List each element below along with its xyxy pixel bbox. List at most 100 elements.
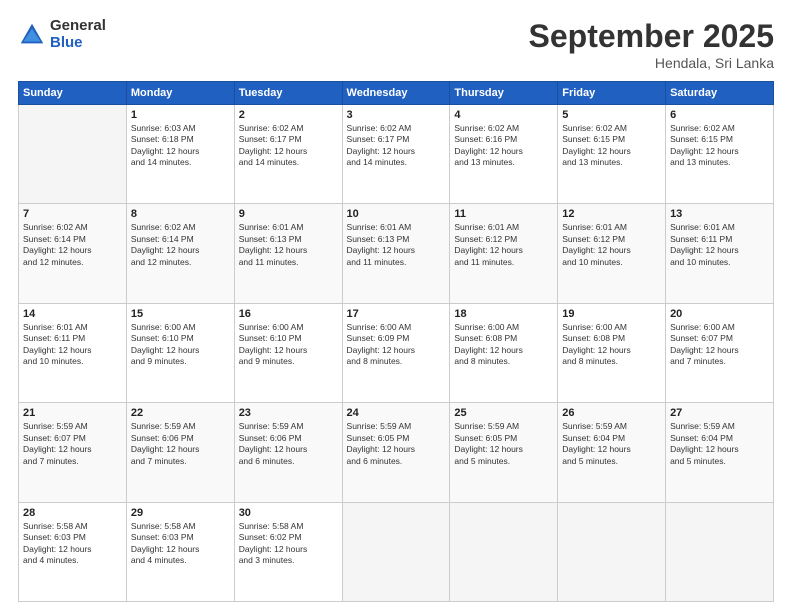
day-number: 6	[670, 109, 769, 121]
day-number: 22	[131, 407, 230, 419]
logo-text: General Blue	[50, 18, 106, 51]
logo: General Blue	[18, 18, 106, 51]
calendar-week-row: 7 Sunrise: 6:02 AM Sunset: 6:14 PM Daylig…	[19, 204, 774, 303]
day-detail: Sunrise: 6:02 AM Sunset: 6:17 PM Dayligh…	[347, 123, 446, 169]
col-thursday: Thursday	[450, 82, 558, 105]
day-detail: Sunrise: 6:02 AM Sunset: 6:15 PM Dayligh…	[562, 123, 661, 169]
title-block: September 2025 Hendala, Sri Lanka	[529, 18, 774, 71]
day-detail: Sunrise: 5:58 AM Sunset: 6:03 PM Dayligh…	[23, 521, 122, 567]
table-row: 20Sunrise: 6:00 AM Sunset: 6:07 PM Dayli…	[666, 303, 774, 402]
table-row: 6 Sunrise: 6:02 AM Sunset: 6:15 PM Daylig…	[666, 105, 774, 204]
table-row: 2 Sunrise: 6:02 AM Sunset: 6:17 PM Daylig…	[234, 105, 342, 204]
col-friday: Friday	[558, 82, 666, 105]
table-row: 4Sunrise: 6:02 AM Sunset: 6:16 PM Daylig…	[450, 105, 558, 204]
day-detail: Sunrise: 5:59 AM Sunset: 6:05 PM Dayligh…	[454, 421, 553, 467]
header: General Blue September 2025 Hendala, Sri…	[18, 18, 774, 71]
day-detail: Sunrise: 6:02 AM Sunset: 6:14 PM Dayligh…	[131, 222, 230, 268]
main-title: September 2025	[529, 18, 774, 55]
table-row	[666, 502, 774, 601]
table-row: 13Sunrise: 6:01 AM Sunset: 6:11 PM Dayli…	[666, 204, 774, 303]
day-detail: Sunrise: 6:00 AM Sunset: 6:08 PM Dayligh…	[454, 322, 553, 368]
day-detail: Sunrise: 6:00 AM Sunset: 6:10 PM Dayligh…	[239, 322, 338, 368]
day-number: 21	[23, 407, 122, 419]
day-number: 13	[670, 208, 769, 220]
day-detail: Sunrise: 6:00 AM Sunset: 6:10 PM Dayligh…	[131, 322, 230, 368]
table-row: 18 Sunrise: 6:00 AM Sunset: 6:08 PM Dayli…	[450, 303, 558, 402]
table-row: 29 Sunrise: 5:58 AM Sunset: 6:03 PM Dayli…	[126, 502, 234, 601]
table-row: 9Sunrise: 6:01 AM Sunset: 6:13 PM Daylig…	[234, 204, 342, 303]
day-number: 17	[347, 308, 446, 320]
table-row: 30Sunrise: 5:58 AM Sunset: 6:02 PM Dayli…	[234, 502, 342, 601]
day-number: 11	[454, 208, 553, 220]
day-detail: Sunrise: 6:03 AM Sunset: 6:18 PM Dayligh…	[131, 123, 230, 169]
day-detail: Sunrise: 6:01 AM Sunset: 6:12 PM Dayligh…	[454, 222, 553, 268]
table-row: 11 Sunrise: 6:01 AM Sunset: 6:12 PM Dayli…	[450, 204, 558, 303]
day-number: 8	[131, 208, 230, 220]
table-row	[19, 105, 127, 204]
day-number: 10	[347, 208, 446, 220]
table-row: 25 Sunrise: 5:59 AM Sunset: 6:05 PM Dayli…	[450, 403, 558, 502]
day-number: 14	[23, 308, 122, 320]
col-tuesday: Tuesday	[234, 82, 342, 105]
calendar-header-row: Sunday Monday Tuesday Wednesday Thursday…	[19, 82, 774, 105]
day-number: 16	[239, 308, 338, 320]
day-detail: Sunrise: 5:59 AM Sunset: 6:06 PM Dayligh…	[239, 421, 338, 467]
day-number: 9	[239, 208, 338, 220]
day-number: 26	[562, 407, 661, 419]
calendar-week-row: 1Sunrise: 6:03 AM Sunset: 6:18 PM Daylig…	[19, 105, 774, 204]
logo-icon	[18, 21, 46, 49]
day-detail: Sunrise: 5:59 AM Sunset: 6:07 PM Dayligh…	[23, 421, 122, 467]
table-row: 17 Sunrise: 6:00 AM Sunset: 6:09 PM Dayli…	[342, 303, 450, 402]
day-number: 3	[347, 109, 446, 121]
day-number: 12	[562, 208, 661, 220]
table-row	[450, 502, 558, 601]
calendar: Sunday Monday Tuesday Wednesday Thursday…	[18, 81, 774, 602]
day-number: 7	[23, 208, 122, 220]
logo-blue: Blue	[50, 35, 106, 52]
day-number: 19	[562, 308, 661, 320]
table-row: 23 Sunrise: 5:59 AM Sunset: 6:06 PM Dayli…	[234, 403, 342, 502]
calendar-week-row: 14 Sunrise: 6:01 AM Sunset: 6:11 PM Dayli…	[19, 303, 774, 402]
page: General Blue September 2025 Hendala, Sri…	[0, 0, 792, 612]
day-number: 25	[454, 407, 553, 419]
day-detail: Sunrise: 5:59 AM Sunset: 6:05 PM Dayligh…	[347, 421, 446, 467]
day-number: 28	[23, 507, 122, 519]
table-row: 5 Sunrise: 6:02 AM Sunset: 6:15 PM Daylig…	[558, 105, 666, 204]
col-sunday: Sunday	[19, 82, 127, 105]
day-detail: Sunrise: 6:02 AM Sunset: 6:17 PM Dayligh…	[239, 123, 338, 169]
table-row: 12 Sunrise: 6:01 AM Sunset: 6:12 PM Dayli…	[558, 204, 666, 303]
day-number: 5	[562, 109, 661, 121]
table-row: 21 Sunrise: 5:59 AM Sunset: 6:07 PM Dayli…	[19, 403, 127, 502]
day-detail: Sunrise: 6:01 AM Sunset: 6:11 PM Dayligh…	[23, 322, 122, 368]
day-detail: Sunrise: 5:59 AM Sunset: 6:04 PM Dayligh…	[562, 421, 661, 467]
table-row: 1Sunrise: 6:03 AM Sunset: 6:18 PM Daylig…	[126, 105, 234, 204]
day-number: 23	[239, 407, 338, 419]
day-detail: Sunrise: 6:01 AM Sunset: 6:12 PM Dayligh…	[562, 222, 661, 268]
table-row: 26 Sunrise: 5:59 AM Sunset: 6:04 PM Dayli…	[558, 403, 666, 502]
day-detail: Sunrise: 6:01 AM Sunset: 6:13 PM Dayligh…	[347, 222, 446, 268]
subtitle: Hendala, Sri Lanka	[529, 55, 774, 71]
logo-general: General	[50, 18, 106, 35]
table-row: 8 Sunrise: 6:02 AM Sunset: 6:14 PM Daylig…	[126, 204, 234, 303]
table-row	[342, 502, 450, 601]
table-row: 3 Sunrise: 6:02 AM Sunset: 6:17 PM Daylig…	[342, 105, 450, 204]
table-row: 14 Sunrise: 6:01 AM Sunset: 6:11 PM Dayli…	[19, 303, 127, 402]
day-detail: Sunrise: 6:00 AM Sunset: 6:09 PM Dayligh…	[347, 322, 446, 368]
day-number: 27	[670, 407, 769, 419]
table-row: 10 Sunrise: 6:01 AM Sunset: 6:13 PM Dayli…	[342, 204, 450, 303]
day-number: 4	[454, 109, 553, 121]
day-detail: Sunrise: 5:58 AM Sunset: 6:03 PM Dayligh…	[131, 521, 230, 567]
table-row: 7Sunrise: 6:02 AM Sunset: 6:14 PM Daylig…	[19, 204, 127, 303]
day-number: 2	[239, 109, 338, 121]
day-detail: Sunrise: 6:02 AM Sunset: 6:15 PM Dayligh…	[670, 123, 769, 169]
day-detail: Sunrise: 5:58 AM Sunset: 6:02 PM Dayligh…	[239, 521, 338, 567]
table-row: 19 Sunrise: 6:00 AM Sunset: 6:08 PM Dayli…	[558, 303, 666, 402]
calendar-week-row: 21 Sunrise: 5:59 AM Sunset: 6:07 PM Dayli…	[19, 403, 774, 502]
table-row: 15Sunrise: 6:00 AM Sunset: 6:10 PM Dayli…	[126, 303, 234, 402]
day-detail: Sunrise: 5:59 AM Sunset: 6:04 PM Dayligh…	[670, 421, 769, 467]
day-number: 18	[454, 308, 553, 320]
col-wednesday: Wednesday	[342, 82, 450, 105]
day-detail: Sunrise: 6:00 AM Sunset: 6:08 PM Dayligh…	[562, 322, 661, 368]
day-number: 29	[131, 507, 230, 519]
table-row: 16 Sunrise: 6:00 AM Sunset: 6:10 PM Dayli…	[234, 303, 342, 402]
